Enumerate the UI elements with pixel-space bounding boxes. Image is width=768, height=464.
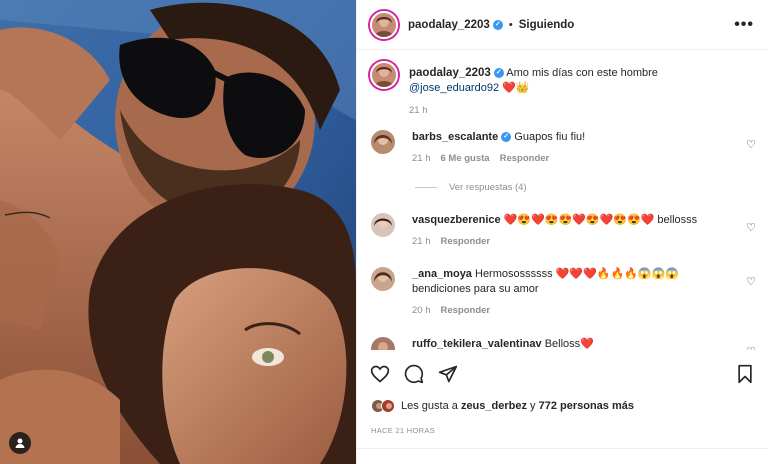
author-username[interactable]: paodalay_2203 [408,19,490,31]
comment-avatar[interactable] [371,267,395,291]
comment-button[interactable] [403,363,425,385]
divider [357,448,768,449]
post-side-panel: paodalay_2203 ✓ • Siguiendo ••• paodalay… [356,0,768,464]
post-photo [0,0,356,464]
comment-item: _ana_moya Hermosossssss ❤️❤️❤️🔥🔥🔥😱😱😱 ben… [357,267,768,318]
reply-button[interactable]: Responder [441,305,491,316]
comment-time: 21 h [412,153,431,164]
comment-avatar[interactable] [371,130,395,154]
comment-text: ❤️😍❤️😍😍❤️😍❤️😍😍❤️ bellosss [503,214,698,226]
likes-conj: y [530,400,536,412]
comment-avatar[interactable] [371,213,395,237]
tag-user-icon [15,438,25,448]
comment-avatar-image [371,267,395,291]
post-header: paodalay_2203 ✓ • Siguiendo ••• [357,0,768,50]
comment-time: 20 h [412,305,431,316]
author-avatar-image [372,12,396,37]
view-replies-button[interactable]: Ver respuestas (4) [415,182,527,193]
comment-avatar-image [371,130,395,154]
comment-username[interactable]: ruffo_tekilera_valentinav [412,338,542,350]
verified-badge-icon: ✓ [501,132,512,143]
save-button[interactable] [734,363,756,385]
likes-summary: Les gusta a zeus_derbez y 772 personas m… [371,399,634,413]
comment-item: vasquezberenice ❤️😍❤️😍😍❤️😍❤️😍😍❤️ belloss… [357,213,768,249]
comment-item: ruffo_tekilera_valentinav Belloss❤️ ♡ [357,337,768,350]
tag-user-button[interactable] [9,432,31,454]
author-avatar[interactable] [370,10,398,39]
comment-username[interactable]: barbs_escalante [412,131,498,143]
comments-list[interactable]: paodalay_2203 ✓ Amo mis días con este hom… [357,50,768,350]
comment-username[interactable]: _ana_moya [412,268,472,280]
comment-item: barbs_escalante ✓ Guapos fiu fiu! 21 h 6 M… [357,130,768,166]
comment-likes[interactable]: 6 Me gusta [441,153,490,164]
caption-mention[interactable]: @jose_eduardo92 [409,82,499,94]
liker-avatar [381,399,395,413]
post-actions-bar [369,360,756,388]
liker-avatars [371,399,395,413]
caption-avatar[interactable] [370,61,398,89]
reply-button[interactable]: Responder [441,236,491,247]
verified-badge-icon: ✓ [493,68,504,79]
caption-username[interactable]: paodalay_2203 [409,67,491,79]
comment-avatar[interactable] [371,337,395,350]
post-caption: paodalay_2203 ✓ Amo mis días con este hom… [357,50,768,116]
comment-meta: 20 h Responder [412,303,754,318]
caption-text: paodalay_2203 ✓ Amo mis días con este hom… [409,61,658,96]
comment-time: 21 h [412,236,431,247]
likes-prefix: Les gusta a [401,400,458,412]
save-icon [738,364,752,384]
post-timestamp: HACE 21 HORAS [371,426,435,435]
share-button[interactable] [437,363,459,385]
comment-icon [404,364,424,384]
photo-image [0,0,356,464]
like-comment-heart-icon[interactable]: ♡ [746,138,756,151]
heart-icon [370,365,390,383]
comment-text: Hermosossssss ❤️❤️❤️🔥🔥🔥😱😱😱 [475,268,679,280]
caption-avatar-image [372,63,396,87]
liker-username[interactable]: zeus_derbez [461,400,527,412]
comment-text-line2: bendiciones para su amor [412,283,539,295]
likes-count-link[interactable]: 772 personas más [539,400,634,412]
caption-emojis: ❤️👑 [502,82,530,94]
comment-meta: 21 h Responder [412,234,754,249]
comment-text: Guapos fiu fiu! [514,131,586,143]
verified-badge-icon: ✓ [492,19,503,30]
share-icon [438,365,458,383]
comment-text: Belloss❤️ [544,338,594,350]
like-comment-heart-icon[interactable]: ♡ [746,275,756,288]
following-button[interactable]: Siguiendo [519,19,575,31]
comment-avatar-image [371,337,395,350]
comment-avatar-image [371,213,395,237]
reply-button[interactable]: Responder [500,153,550,164]
comment-meta: 21 h 6 Me gusta Responder [412,151,754,166]
comment-username[interactable]: vasquezberenice [412,214,501,226]
like-comment-heart-icon[interactable]: ♡ [746,345,756,350]
caption-body: Amo mis días con este hombre [506,67,658,79]
separator-dot: • [508,18,513,31]
like-button[interactable] [369,363,391,385]
like-comment-heart-icon[interactable]: ♡ [746,221,756,234]
caption-time: 21 h [409,105,428,116]
more-icon[interactable]: ••• [734,16,754,34]
